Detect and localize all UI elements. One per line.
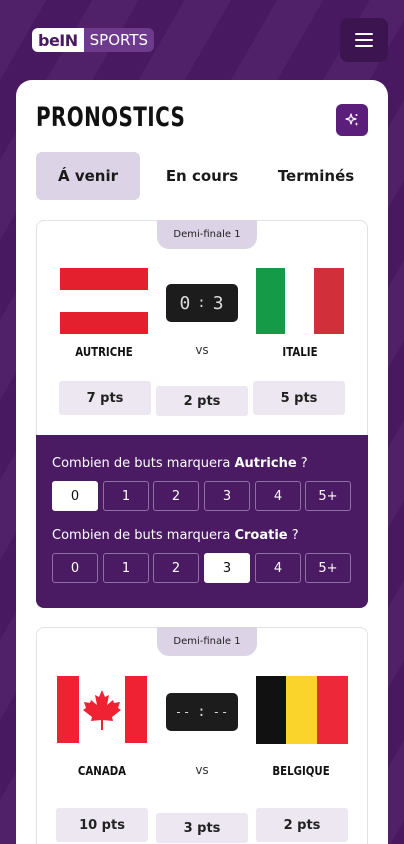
goal-option[interactable]: 0 bbox=[52, 553, 98, 583]
vs-label: vs bbox=[195, 343, 209, 357]
goal-option[interactable]: 1 bbox=[103, 481, 149, 511]
question-team: Croatie bbox=[234, 528, 288, 543]
goal-option[interactable]: 5+ bbox=[305, 553, 351, 583]
goal-option[interactable]: 2 bbox=[153, 481, 199, 511]
home-score: -- bbox=[174, 705, 192, 719]
sparkle-icon bbox=[345, 113, 359, 126]
match-card: Demi-finale 1 -- : -- CANADA vs BELGIQUE… bbox=[36, 627, 368, 844]
scoreboard: 0 : 3 bbox=[166, 284, 238, 322]
bein-sports-logo[interactable]: beIN SPORTS bbox=[32, 28, 155, 52]
page-title: PRONOSTICS bbox=[36, 102, 186, 133]
belgium-flag bbox=[256, 676, 348, 744]
goal-option[interactable]: 3 bbox=[204, 553, 250, 583]
goal-option[interactable]: 4 bbox=[255, 553, 301, 583]
vs-label: vs bbox=[195, 763, 209, 777]
goal-option[interactable]: 2 bbox=[153, 553, 199, 583]
italy-flag bbox=[256, 268, 344, 334]
goal-option[interactable]: 0 bbox=[52, 481, 98, 511]
home-score: 0 bbox=[179, 292, 192, 314]
round-badge: Demi-finale 1 bbox=[157, 220, 257, 249]
goals-question-away: Combien de buts marquera Croatie ? bbox=[52, 528, 299, 543]
away-win-points[interactable]: 5 pts bbox=[253, 381, 345, 415]
question-team: Autriche bbox=[234, 456, 297, 471]
top-bar: beIN SPORTS bbox=[0, 0, 404, 80]
goal-option[interactable]: 3 bbox=[204, 481, 250, 511]
away-win-points[interactable]: 2 pts bbox=[256, 808, 348, 842]
logo-bein: beIN bbox=[32, 28, 84, 52]
hamburger-icon bbox=[355, 33, 373, 35]
tab-en-cours[interactable]: En cours bbox=[148, 152, 256, 200]
pronostics-panel: PRONOSTICS Á venir En cours Terminés Dem… bbox=[16, 80, 388, 844]
tab-termines[interactable]: Terminés bbox=[264, 152, 368, 200]
home-win-points[interactable]: 10 pts bbox=[56, 808, 148, 842]
goals-question-home: Combien de buts marquera Autriche ? bbox=[52, 456, 308, 471]
sparkle-button[interactable] bbox=[336, 104, 368, 136]
home-team-name: AUTRICHE bbox=[75, 345, 133, 359]
draw-points[interactable]: 3 pts bbox=[156, 813, 248, 843]
away-score: 3 bbox=[212, 292, 225, 314]
tab-a-venir[interactable]: Á venir bbox=[36, 152, 140, 200]
away-team-name: BELGIQUE bbox=[272, 764, 330, 778]
goal-option[interactable]: 4 bbox=[255, 481, 301, 511]
menu-button[interactable] bbox=[340, 18, 388, 62]
round-badge: Demi-finale 1 bbox=[157, 627, 257, 656]
goals-bet-zone: Combien de buts marquera Autriche ? 0 1 … bbox=[36, 435, 368, 608]
away-team-name: ITALIE bbox=[282, 345, 318, 359]
match-tabs: Á venir En cours Terminés bbox=[36, 152, 368, 200]
score-separator: : bbox=[197, 295, 207, 311]
scoreboard: -- : -- bbox=[166, 693, 238, 731]
home-team-name: CANADA bbox=[77, 764, 127, 778]
logo-sports: SPORTS bbox=[83, 28, 155, 52]
goal-option[interactable]: 5+ bbox=[305, 481, 351, 511]
canada-flag bbox=[57, 676, 147, 743]
austria-flag bbox=[60, 268, 148, 334]
score-separator: : bbox=[197, 704, 207, 720]
away-score: -- bbox=[212, 705, 230, 719]
goal-option[interactable]: 1 bbox=[103, 553, 149, 583]
match-card: Demi-finale 1 0 : 3 AUTRICHE vs ITALIE 7… bbox=[36, 220, 368, 608]
home-win-points[interactable]: 7 pts bbox=[59, 381, 151, 415]
draw-points[interactable]: 2 pts bbox=[156, 386, 248, 416]
